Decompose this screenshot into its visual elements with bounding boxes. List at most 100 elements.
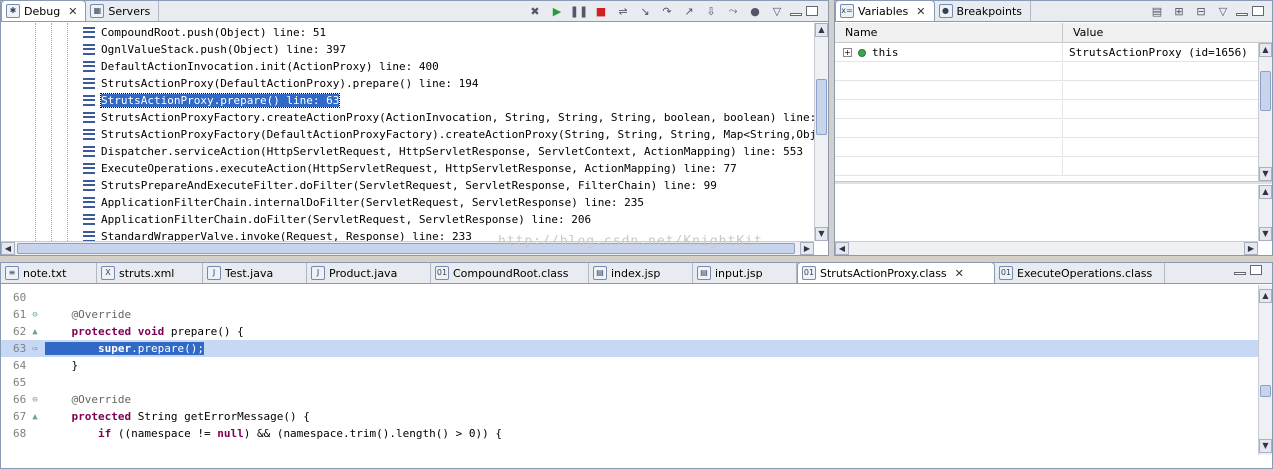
chevron-down-icon[interactable]: ▽ [768, 3, 786, 19]
scroll-thumb[interactable] [1260, 385, 1271, 397]
suspend-icon[interactable]: ❚❚ [570, 3, 588, 19]
disconnect-icon[interactable]: ⇌ [614, 3, 632, 19]
code-text: } [71, 359, 79, 372]
list-item[interactable]: DefaultActionInvocation.init(ActionProxy… [1, 58, 814, 75]
view-menu-icon[interactable]: ● [746, 3, 764, 19]
list-item[interactable]: ExecuteOperations.executeAction(HttpServ… [1, 160, 814, 177]
xml-file-icon: X [101, 266, 115, 280]
editor-tab[interactable]: ▤ input.jsp [693, 263, 797, 283]
close-icon[interactable]: ✕ [955, 267, 964, 280]
list-item[interactable]: StrutsActionProxyFactory.createActionPro… [1, 109, 814, 126]
stack-frame-icon [83, 78, 95, 89]
stack-frame-label: ExecuteOperations.executeAction(HttpServ… [101, 162, 737, 175]
remove-terminated-icon[interactable]: ✖ [526, 3, 544, 19]
minimize-button[interactable] [1236, 12, 1248, 16]
line-number: 62 [13, 325, 27, 338]
step-return-icon[interactable]: ↗ [680, 3, 698, 19]
line-number: 63 [13, 342, 27, 355]
list-item[interactable]: CompoundRoot.push(Object) line: 51 [1, 24, 814, 41]
drop-to-frame-icon[interactable]: ⇩ [702, 3, 720, 19]
list-item[interactable]: ApplicationFilterChain.internalDoFilter(… [1, 194, 814, 211]
fold-icon[interactable]: ⊖ [29, 395, 41, 405]
editor-tab[interactable]: ≡ note.txt [1, 263, 97, 283]
scroll-up-icon[interactable]: ▲ [1259, 185, 1272, 199]
stack-frame-icon [83, 180, 95, 191]
resume-icon[interactable]: ▶ [548, 3, 566, 19]
scroll-thumb[interactable] [816, 79, 827, 135]
code-line: 67 ▲ protected String getErrorMessage() … [1, 408, 1258, 425]
variables-vertical-scrollbar[interactable]: ▲ ▼ [1258, 43, 1272, 181]
list-item[interactable]: ApplicationFilterChain.doFilter(ServletR… [1, 211, 814, 228]
detail-pane-divider[interactable] [835, 181, 1272, 184]
code-text: super.prepare(); [41, 342, 204, 355]
collapse-all-icon[interactable]: ⊟ [1192, 3, 1210, 19]
variable-value: StrutsActionProxy (id=1656) [1069, 46, 1248, 59]
scroll-down-icon[interactable]: ▼ [1259, 439, 1272, 453]
tab-servers[interactable]: ▦ Servers [86, 1, 160, 21]
scroll-up-icon[interactable]: ▲ [1259, 43, 1272, 57]
step-over-icon[interactable]: ↷ [658, 3, 676, 19]
step-into-icon[interactable]: ↘ [636, 3, 654, 19]
list-item[interactable]: Dispatcher.serviceAction(HttpServletRequ… [1, 143, 814, 160]
scroll-down-icon[interactable]: ▼ [815, 227, 828, 241]
table-row[interactable]: + this StrutsActionProxy (id=1656) [835, 44, 1258, 62]
maximize-button[interactable] [1250, 265, 1262, 275]
close-icon[interactable]: ✕ [916, 5, 925, 18]
editor-tab-label: StrutsActionProxy.class [820, 266, 947, 280]
scroll-up-icon[interactable]: ▲ [815, 23, 828, 37]
stack-frame-label: ApplicationFilterChain.internalDoFilter(… [101, 196, 645, 209]
editor-tab[interactable]: J Test.java [203, 263, 307, 283]
list-item[interactable]: StrutsPrepareAndExecuteFilter.doFilter(S… [1, 177, 814, 194]
editor-tab-active[interactable]: 01 StrutsActionProxy.class ✕ [797, 262, 995, 283]
use-step-filters-icon[interactable]: ⤳ [724, 3, 742, 19]
scroll-left-icon[interactable]: ◀ [835, 242, 849, 255]
list-item[interactable]: StrutsActionProxyFactory(DefaultActionPr… [1, 126, 814, 143]
editor-tab[interactable]: 01 CompoundRoot.class [431, 263, 589, 283]
scroll-right-icon[interactable]: ▶ [1244, 242, 1258, 255]
expand-icon[interactable]: + [843, 48, 852, 57]
scroll-up-icon[interactable]: ▲ [1259, 289, 1272, 303]
scroll-down-icon[interactable]: ▼ [1259, 227, 1272, 241]
tab-debug[interactable]: ✱ Debug ✕ [1, 0, 87, 21]
scroll-thumb[interactable] [1260, 71, 1271, 111]
editor-tab[interactable]: X struts.xml [97, 263, 203, 283]
editor-vertical-scrollbar[interactable]: ▲ ▼ [1258, 285, 1272, 455]
current-line: 63 ⇨ super.prepare(); [1, 340, 1258, 357]
editor-area: ≡ note.txt X struts.xml J Test.java J Pr… [0, 262, 1273, 469]
show-type-names-icon[interactable]: ▤ [1148, 3, 1166, 19]
list-item[interactable]: StrutsActionProxy(DefaultActionProxy).pr… [1, 75, 814, 92]
column-header-value[interactable]: Value [1063, 23, 1272, 42]
code-editor[interactable]: 60 61 ⊖ @Override 62 ▲ protected void pr… [1, 285, 1258, 468]
variable-name: this [872, 46, 899, 59]
detail-horizontal-scrollbar[interactable]: ◀ ▶ [835, 241, 1258, 255]
code-text: @Override [71, 393, 132, 406]
stack-vertical-scrollbar[interactable]: ▲ ▼ [814, 23, 828, 241]
terminate-icon[interactable]: ■ [592, 3, 610, 19]
maximize-button[interactable] [1252, 6, 1264, 16]
fold-icon[interactable]: ⊖ [29, 310, 41, 320]
code-line: 68 if ((namespace != null) && (namespace… [1, 425, 1258, 442]
scroll-down-icon[interactable]: ▼ [1259, 167, 1272, 181]
tree-guide [35, 23, 36, 241]
table-row-empty [835, 120, 1258, 138]
editor-tab[interactable]: 01 ExecuteOperations.class [995, 263, 1165, 283]
tree-guide [51, 23, 52, 241]
list-item-selected[interactable]: StrutsActionProxy.prepare() line: 63 [1, 92, 814, 109]
tab-breakpoints[interactable]: ● Breakpoints [935, 1, 1031, 21]
list-item[interactable]: OgnlValueStack.push(Object) line: 397 [1, 41, 814, 58]
maximize-button[interactable] [806, 6, 818, 16]
tab-variables[interactable]: x= Variables ✕ [835, 0, 935, 21]
code-line: 62 ▲ protected void prepare() { [1, 323, 1258, 340]
editor-tab[interactable]: ▤ index.jsp [589, 263, 693, 283]
minimize-button[interactable] [790, 12, 802, 16]
editor-tab[interactable]: J Product.java [307, 263, 431, 283]
close-icon[interactable]: ✕ [68, 5, 77, 18]
chevron-down-icon[interactable]: ▽ [1214, 3, 1232, 19]
column-header-name[interactable]: Name [835, 23, 1063, 42]
editor-tab-label: Product.java [329, 266, 398, 280]
scroll-left-icon[interactable]: ◀ [1, 242, 15, 255]
minimize-button[interactable] [1234, 271, 1246, 275]
detail-vertical-scrollbar[interactable]: ▲ ▼ [1258, 185, 1272, 241]
show-logical-structure-icon[interactable]: ⊞ [1170, 3, 1188, 19]
scroll-right-icon[interactable]: ▶ [800, 242, 814, 255]
